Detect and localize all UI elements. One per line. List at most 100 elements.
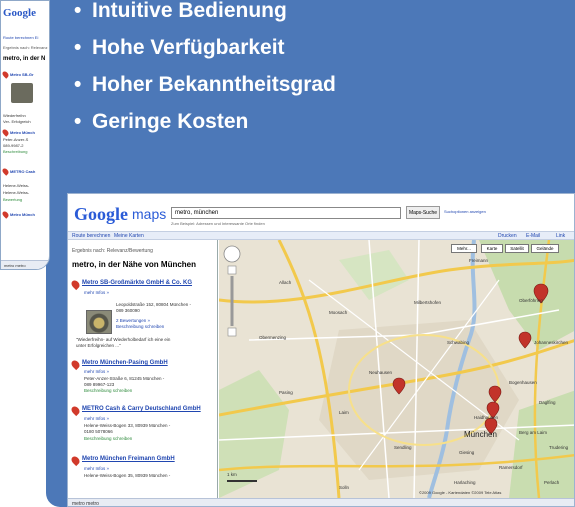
city-label: München bbox=[464, 430, 497, 439]
result-title[interactable]: Metro München-Pasing GmbH bbox=[82, 360, 168, 366]
maps-wordmark: maps bbox=[132, 206, 167, 222]
map-label: Giesing bbox=[459, 450, 475, 455]
search-input[interactable]: metro, münchen bbox=[171, 207, 401, 219]
map-label: Freimann bbox=[469, 258, 489, 263]
map-label: Perlach bbox=[544, 480, 560, 485]
maps-search-button[interactable]: Maps-Suche bbox=[406, 206, 440, 219]
reviews-link[interactable]: 2 Bewertungen » bbox=[116, 318, 150, 323]
map-label: Oberföhring bbox=[519, 298, 543, 303]
email-link[interactable]: E-Mail bbox=[526, 233, 540, 239]
result-title[interactable]: Metro SB-Großmärkte GmbH & Co. KG bbox=[82, 280, 192, 286]
map-label: Haidhausen bbox=[474, 415, 499, 420]
sort-label[interactable]: Ergebnis nach: Relevanz/Bewertung bbox=[72, 248, 153, 254]
maps-screenshot: Google maps metro, münchen Maps-Suche Su… bbox=[67, 193, 575, 507]
bullet-item: • Geringe Kosten bbox=[74, 110, 249, 133]
map-label: Harlaching bbox=[454, 480, 476, 485]
result-link[interactable]: Metro Münch bbox=[10, 212, 35, 217]
result-phone: 089 360090 bbox=[116, 308, 140, 313]
map-pin-icon bbox=[1, 210, 10, 219]
bullet-item: • Hoher Bekanntheitsgrad bbox=[74, 73, 336, 96]
map-pin-icon bbox=[1, 167, 10, 176]
google-logo: Google bbox=[3, 7, 36, 19]
map-label: Schwabing bbox=[447, 340, 470, 345]
scale-label: 1 km bbox=[227, 472, 237, 477]
map-pin-icon bbox=[1, 70, 10, 79]
bullet-list: • Intuitive Bedienung • Hohe Verfügbarkeit… bbox=[74, 0, 336, 140]
map-label: Pasing bbox=[279, 390, 293, 395]
bottom-bar: metro metro bbox=[1, 260, 49, 269]
slide: • Intuitive Bedienung • Hohe Verfügbarkeit… bbox=[0, 0, 575, 507]
result-snippet: "Wiederfreihn- auf Wiederholbedarf ich e… bbox=[76, 337, 171, 342]
result-detail: 089-9987-2 bbox=[3, 143, 24, 148]
tab-my-maps[interactable]: Meine Karten bbox=[114, 233, 144, 239]
result-detail: Helene-Weiss- bbox=[3, 190, 30, 195]
map-pin-icon bbox=[69, 454, 82, 467]
results-title: metro, in der N bbox=[3, 56, 46, 62]
map-label: Ramersdorf bbox=[499, 465, 523, 470]
map-label: Laim bbox=[339, 410, 349, 415]
result-snippet: unter Erfolgreichen ..." bbox=[76, 343, 121, 348]
map-pin-icon bbox=[69, 404, 82, 417]
map-type-terrain[interactable]: Gelände bbox=[531, 244, 559, 253]
write-review-link[interactable]: Beschreibung schreiben bbox=[84, 388, 132, 393]
link-link[interactable]: Link bbox=[556, 233, 565, 239]
bullet-item: • Hohe Verfügbarkeit bbox=[74, 36, 285, 59]
more-info-link[interactable]: mehr Infos » bbox=[84, 290, 109, 295]
map-label: Solln bbox=[339, 485, 350, 490]
search-options-link[interactable]: Suchoptionen anzeigen bbox=[444, 209, 486, 214]
results-sidebar: Ergebnis nach: Relevanz/Bewertung metro,… bbox=[68, 240, 218, 506]
print-link[interactable]: Drucken bbox=[498, 233, 517, 239]
map-label: Obermenzing bbox=[259, 335, 287, 340]
map-pin-icon bbox=[69, 358, 82, 371]
result-detail: Bewertung bbox=[3, 197, 23, 202]
map-label: Johanneskirchen bbox=[534, 340, 569, 345]
write-review-link[interactable]: Beschreibung schreiben bbox=[116, 324, 164, 329]
result-phone: 089 89967-123 bbox=[84, 382, 115, 387]
map-label: Milbertshofen bbox=[414, 300, 442, 305]
result-link[interactable]: Metro SB-Gr bbox=[10, 72, 34, 77]
search-hint: Zum Beispiel: Adressen und Interessante … bbox=[171, 221, 265, 226]
top-links[interactable]: Route berechnen Ei bbox=[3, 35, 38, 40]
map-label: Daglfing bbox=[539, 400, 556, 405]
result-address: Helene-Weiss-Bogen 33, 80939 München - bbox=[84, 423, 171, 428]
result-detail: Wiederfreihn bbox=[3, 113, 26, 118]
map-copyright: ©2009 Google - Kartendaten ©2009 Tele At… bbox=[419, 490, 502, 495]
map-label: Trudering bbox=[549, 445, 569, 450]
result-title[interactable]: METRO Cash & Carry Deutschland GmbH bbox=[82, 406, 201, 412]
result-detail: Peter-Anzer-S bbox=[3, 137, 29, 142]
small-maps-screenshot: Google Route berechnen Ei Ergebnis nach:… bbox=[0, 0, 50, 270]
map-canvas[interactable]: Mehr... Karte Satellit Gelände Freimann … bbox=[219, 240, 574, 498]
write-review-link[interactable]: Beschreibung schreiben bbox=[84, 436, 132, 441]
result-address: Leopoldstraße 152, 80804 München - bbox=[116, 302, 192, 307]
result-phone: 0180 5078066 bbox=[84, 429, 113, 434]
map-type-map[interactable]: Karte bbox=[481, 244, 503, 253]
map-type-satellite[interactable]: Satellit bbox=[505, 244, 529, 253]
tab-route[interactable]: Route berechnen bbox=[72, 233, 110, 239]
more-info-link[interactable]: mehr Infos » bbox=[84, 369, 109, 374]
tabs-bar: Route berechnen Meine Karten Drucken E-M… bbox=[68, 231, 574, 240]
map-type-more[interactable]: Mehr... bbox=[451, 244, 477, 253]
result-detail: Beschreibung bbox=[3, 149, 28, 154]
result-detail: Helene-Weiss- bbox=[3, 183, 30, 188]
result-link[interactable]: METRO Cash bbox=[10, 169, 35, 174]
more-info-link[interactable]: mehr Infos » bbox=[84, 416, 109, 421]
result-link[interactable]: Metro Münch bbox=[10, 130, 35, 135]
result-title[interactable]: Metro München Freimann GmbH bbox=[82, 456, 175, 462]
result-address: Peter-Anzer-Straße 6, 81245 München - bbox=[84, 376, 165, 381]
map-label: Moosach bbox=[329, 310, 348, 315]
result-address: Helene-Weiss-Bogen 35, 80939 München - bbox=[84, 473, 171, 478]
more-info-link[interactable]: mehr Infos » bbox=[84, 466, 109, 471]
store-thumbnail bbox=[11, 83, 33, 103]
search-hint: Ergebnis nach: Relevanz bbox=[3, 45, 48, 50]
map-label: Bogenhausen bbox=[509, 380, 537, 385]
bullet-item: • Intuitive Bedienung bbox=[74, 0, 287, 22]
map-label: Neuhausen bbox=[369, 370, 393, 375]
map-label: Sendling bbox=[394, 445, 412, 450]
store-thumbnail bbox=[86, 310, 112, 334]
result-detail: Ver- Erfolgreich bbox=[3, 119, 31, 124]
map-pin-icon bbox=[69, 278, 82, 291]
map-pin-icon bbox=[1, 128, 10, 137]
map-drawing bbox=[219, 240, 574, 498]
map-label: Berg am Laim bbox=[519, 430, 548, 435]
results-heading: metro, in der Nähe von München bbox=[72, 260, 197, 269]
